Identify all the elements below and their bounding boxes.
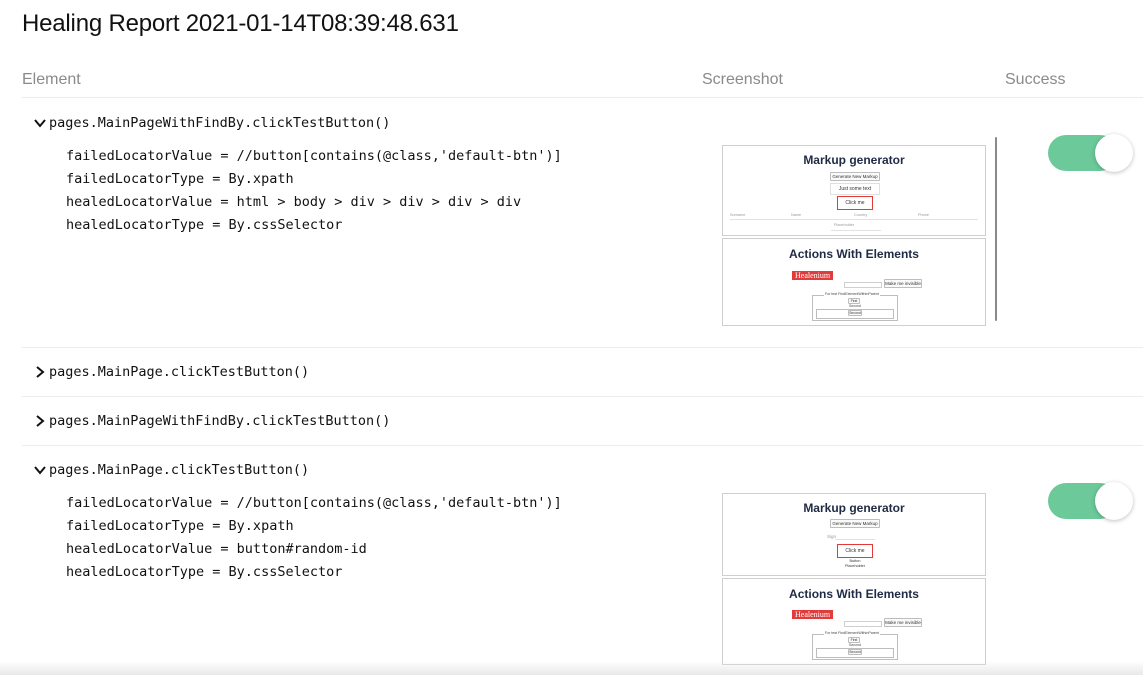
table-header-country: Country: [854, 213, 868, 217]
healenium-logo: Healenium: [792, 271, 834, 280]
generate-markup-button: Generate New Markup: [830, 172, 880, 181]
entry-method-name: pages.MainPageWithFindBy.clickTestButton…: [49, 413, 391, 429]
markup-generator-title: Markup generator: [803, 501, 905, 515]
markup-generator-title: Markup generator: [803, 153, 905, 167]
placeholder-rule: [831, 230, 881, 231]
entry-details: failedLocatorValue = //button[contains(@…: [66, 492, 562, 584]
make-invisible-button: Make me invisible: [884, 618, 922, 627]
actions-panel: Actions With Elements Healenium Make me …: [722, 578, 986, 665]
bottom-fade: [0, 661, 1143, 675]
screenshot-thumbnail[interactable]: Markup generator Generate New Markup Jus…: [722, 145, 986, 326]
healed-locator-type: healedLocatorType = By.cssSelector: [66, 564, 343, 580]
actions-panel: Actions With Elements Healenium Make me …: [722, 238, 986, 326]
table-header-phone: Phone: [918, 213, 929, 217]
text-input: [844, 621, 882, 627]
markup-generator-panel: Markup generator Generate New Markup Sig…: [722, 493, 986, 576]
placeholder-text: Placeholder: [834, 223, 855, 227]
success-toggle[interactable]: [1048, 482, 1134, 520]
fieldset-legend: For test FindElementWithinParent: [824, 292, 880, 296]
actions-title: Actions With Elements: [789, 247, 919, 261]
failed-locator-value: failedLocatorValue = //button[contains(@…: [66, 495, 562, 511]
table-header-rule: [730, 219, 978, 220]
second-button: Second: [848, 649, 862, 655]
report-title: Healing Report 2021-01-14T08:39:48.631: [22, 10, 459, 37]
table-header-surname: Surname: [730, 213, 746, 217]
healed-locator-value: healedLocatorValue = html > body > div >…: [66, 194, 522, 210]
row-divider: [22, 347, 1143, 348]
click-me-button: Click me: [837, 544, 873, 558]
healed-locator-value: healedLocatorValue = button#random-id: [66, 541, 367, 557]
column-header-element: Element: [22, 71, 81, 88]
screenshot-scrollbar[interactable]: [995, 137, 997, 321]
fieldset-legend: For test FindElementWithinParent: [824, 631, 880, 635]
entry-method-name: pages.MainPage.clickTestButton(): [49, 462, 310, 478]
entry-summary[interactable]: pages.MainPageWithFindBy.clickTestButton…: [33, 413, 390, 429]
entry-method-name: pages.MainPageWithFindBy.clickTestButton…: [49, 115, 391, 131]
sign-rule: [835, 539, 875, 540]
chevron-down-icon: [33, 463, 47, 477]
entry-method-name: pages.MainPage.clickTestButton(): [49, 364, 310, 380]
make-invisible-button: Make me invisible: [884, 279, 922, 288]
row-divider: [22, 396, 1143, 397]
second-label: Second: [848, 304, 862, 308]
generate-markup-button: Generate New Markup: [830, 519, 880, 528]
screenshot-thumbnail[interactable]: Markup generator Generate New Markup Sig…: [722, 493, 986, 665]
click-me-button: Click me: [837, 196, 873, 210]
placeholder-text: Placeholder: [844, 564, 866, 568]
entry-summary[interactable]: pages.MainPage.clickTestButton(): [33, 462, 309, 478]
chevron-down-icon: [33, 116, 47, 130]
second-button: Second: [848, 310, 862, 316]
text-input: [844, 282, 882, 288]
chevron-right-icon: [33, 365, 47, 379]
failed-locator-value: failedLocatorValue = //button[contains(@…: [66, 148, 562, 164]
column-header-success: Success: [1005, 71, 1066, 88]
toggle-knob: [1095, 134, 1133, 172]
toggle-knob: [1095, 482, 1133, 520]
chevron-right-icon: [33, 414, 47, 428]
second-label: Second: [848, 643, 862, 647]
failed-locator-type: failedLocatorType = By.xpath: [66, 518, 294, 534]
button-label: Button: [849, 559, 861, 563]
actions-title: Actions With Elements: [789, 587, 919, 601]
entry-details: failedLocatorValue = //button[contains(@…: [66, 145, 562, 237]
success-toggle[interactable]: [1048, 134, 1134, 172]
entry-summary[interactable]: pages.MainPageWithFindBy.clickTestButton…: [33, 115, 390, 131]
header-divider: [22, 97, 1143, 98]
column-header-screenshot: Screenshot: [702, 71, 783, 88]
healenium-logo: Healenium: [792, 610, 834, 619]
some-text-box: Just some text: [830, 183, 880, 195]
healed-locator-type: healedLocatorType = By.cssSelector: [66, 217, 343, 233]
markup-generator-panel: Markup generator Generate New Markup Jus…: [722, 145, 986, 236]
entry-summary[interactable]: pages.MainPage.clickTestButton(): [33, 364, 309, 380]
table-header-name: Name: [791, 213, 802, 217]
failed-locator-type: failedLocatorType = By.xpath: [66, 171, 294, 187]
row-divider: [22, 445, 1143, 446]
